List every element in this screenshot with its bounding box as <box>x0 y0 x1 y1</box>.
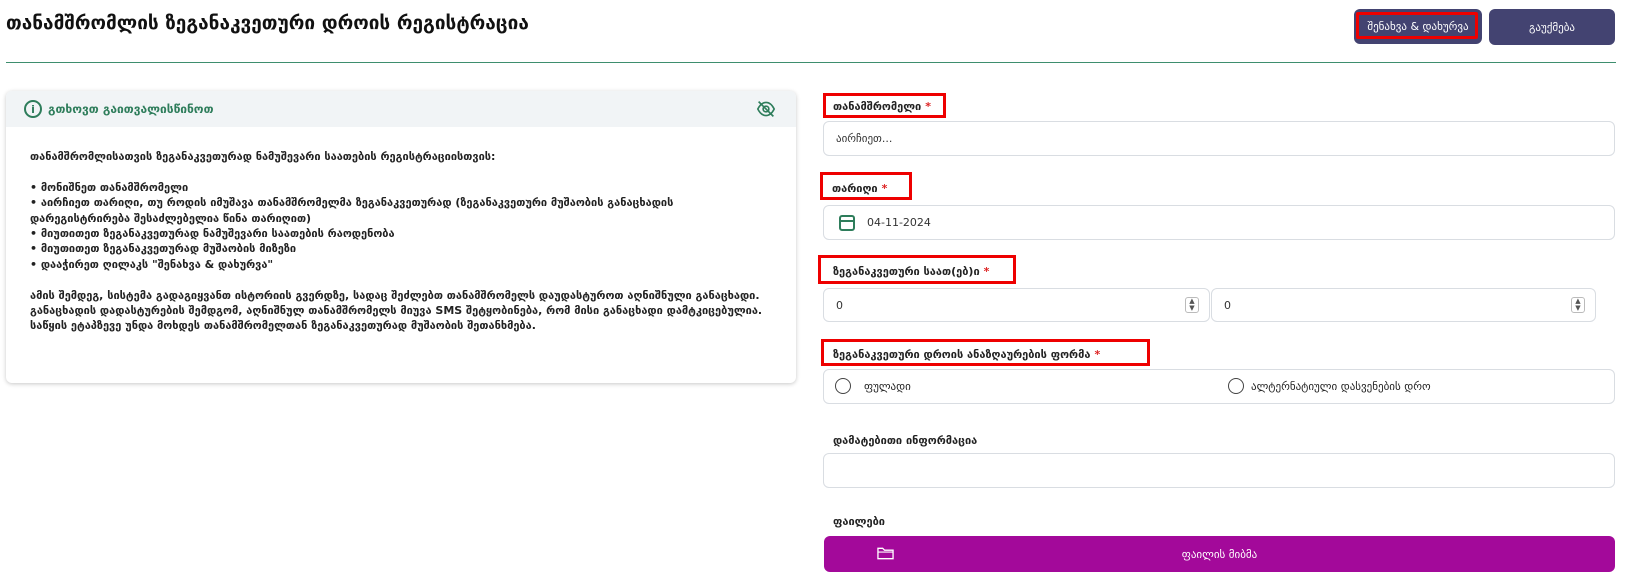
hours-label: ზეგანაკვეთური საათ(ებ)ი * <box>833 265 990 278</box>
hours-value: 0 <box>836 298 843 312</box>
minutes-input[interactable]: 0 ▲ ▼ <box>1211 288 1596 322</box>
info-panel-title: გთხოვთ გაითვალისწინოთ <box>48 102 214 116</box>
info-panel-header: i გთხოვთ გაითვალისწინოთ <box>6 91 796 127</box>
attach-file-button[interactable]: ფაილის მიბმა <box>824 536 1615 572</box>
folder-icon <box>877 547 894 560</box>
cancel-button-label: გაუქმება <box>1529 20 1575 34</box>
save-and-close-button[interactable]: შენახვა & დახურვა <box>1354 9 1482 44</box>
cancel-button[interactable]: გაუქმება <box>1489 9 1615 45</box>
save-button-highlight <box>1356 12 1478 39</box>
hours-stepper[interactable]: ▲ ▼ <box>1185 297 1199 313</box>
header-divider <box>6 62 1616 63</box>
date-label: თარიღი * <box>832 182 888 195</box>
additional-info-label: დამატებითი ინფორმაცია <box>833 434 978 447</box>
employee-label: თანამშრომელი * <box>833 100 932 113</box>
calendar-icon <box>839 214 855 231</box>
date-input[interactable]: 04-11-2024 <box>823 205 1615 240</box>
employee-select-placeholder: აირჩიეთ... <box>836 132 893 145</box>
additional-info-input[interactable] <box>823 453 1615 488</box>
page-title: თანამშრომლის ზეგანაკვეთური დროის რეგისტრ… <box>6 12 529 34</box>
info-panel: i გთხოვთ გაითვალისწინოთ თანამშრომლისათვი… <box>6 91 796 383</box>
info-panel-body: თანამშრომლისათვის ზეგანაკვეთურად ნამუშევ… <box>30 150 763 333</box>
compensation-label: ზეგანაკვეთური დროის ანაზღაურების ფორმა * <box>833 348 1101 361</box>
radio-alternative-rest[interactable] <box>1228 378 1244 394</box>
eye-off-icon[interactable] <box>756 100 776 118</box>
attach-file-label: ფაილის მიბმა <box>1181 547 1258 561</box>
minutes-stepper[interactable]: ▲ ▼ <box>1571 297 1585 313</box>
minutes-value: 0 <box>1224 298 1231 312</box>
compensation-options: ფულადი ალტერნატიული დასვენების დრო <box>823 369 1615 404</box>
date-value: 04-11-2024 <box>867 216 931 229</box>
employee-select[interactable]: აირჩიეთ... <box>823 121 1615 156</box>
radio-alternative-rest-label[interactable]: ალტერნატიული დასვენების დრო <box>1251 380 1431 393</box>
hours-input[interactable]: 0 ▲ ▼ <box>823 288 1210 322</box>
radio-cash-label[interactable]: ფულადი <box>864 380 911 393</box>
files-label: ფაილები <box>833 515 885 528</box>
info-icon: i <box>24 100 42 118</box>
radio-cash[interactable] <box>835 378 851 394</box>
